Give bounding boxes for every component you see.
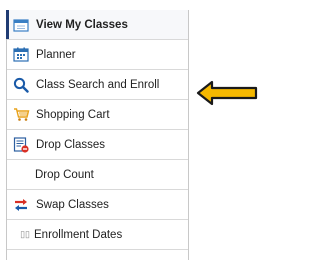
menu-item-class-search-and-enroll[interactable]: Class Search and Enroll [7,70,188,100]
planner-icon [12,46,30,64]
menu-item-label: Drop Classes [36,138,106,151]
calendar-icon [12,16,30,34]
menu-item-label: Class Search and Enroll [36,78,160,91]
menu-item-drop-count[interactable]: Drop Count [7,160,188,190]
menu-item-drop-classes[interactable]: Drop Classes [7,130,188,160]
shopping-cart-icon [12,106,30,124]
menu-item-shopping-cart[interactable]: Shopping Cart [7,100,188,130]
enrollment-dates-icon: ▯▯ [20,229,30,239]
left-arrow-icon [196,80,258,111]
menu-item-label: Shopping Cart [36,108,110,121]
swap-icon [12,196,30,214]
menu-item-label: Enrollment Dates [34,228,123,241]
navigation-menu: View My Classes Planner Class Search and… [6,10,189,260]
menu-item-swap-classes[interactable]: Swap Classes [7,190,188,220]
menu-item-planner[interactable]: Planner [7,40,188,70]
menu-item-label: Planner [36,48,76,61]
menu-item-view-my-classes[interactable]: View My Classes [6,10,188,40]
menu-item-enrollment-dates[interactable]: ▯▯ Enrollment Dates [7,220,188,250]
drop-classes-icon [12,136,30,154]
search-icon [12,76,30,94]
menu-item-label: View My Classes [36,18,128,31]
menu-item-label: Swap Classes [36,198,109,211]
menu-item-label: Drop Count [35,168,94,181]
